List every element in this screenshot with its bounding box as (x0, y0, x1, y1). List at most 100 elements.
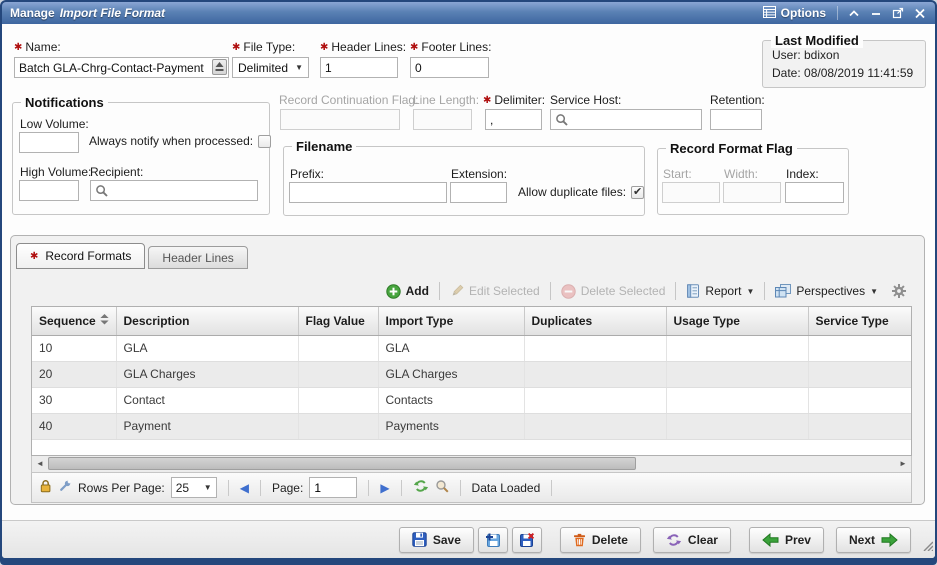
delete-selected-button[interactable]: Delete Selected (561, 284, 666, 299)
edit-selected-button[interactable]: Edit Selected (450, 284, 540, 298)
scroll-left-icon[interactable]: ◄ (33, 457, 47, 470)
add-button[interactable]: Add (386, 284, 429, 299)
save-and-close-button[interactable] (512, 527, 542, 553)
report-icon (686, 284, 700, 298)
next-page-icon[interactable]: ▶ (380, 482, 389, 494)
scroll-right-icon[interactable]: ► (896, 457, 910, 470)
horizontal-scrollbar[interactable]: ◄ ► (31, 456, 912, 473)
search-icon (555, 113, 568, 126)
options-list-icon (763, 6, 776, 21)
retention-input[interactable] (710, 109, 762, 130)
options-button[interactable]: Options (759, 5, 830, 22)
last-modified-date: Date: 08/08/2019 11:41:59 (772, 66, 913, 80)
refresh-icon[interactable] (413, 479, 429, 496)
allow-duplicates-checkbox[interactable]: ✔ (631, 186, 644, 199)
previous-page-icon[interactable]: ◀ (240, 482, 249, 494)
rows-per-page-label: Rows Per Page: (78, 481, 165, 495)
save-icon (412, 532, 427, 547)
allow-duplicates-label: Allow duplicate files: (518, 185, 626, 199)
always-notify-checkbox[interactable] (258, 135, 271, 148)
header-lines-input[interactable] (320, 57, 398, 78)
maximize-icon[interactable] (889, 5, 907, 21)
page-number-input[interactable] (309, 477, 357, 498)
delimiter-input[interactable] (485, 109, 542, 130)
high-volume-label: High Volume: (20, 165, 91, 179)
resize-handle[interactable] (921, 538, 933, 556)
service-host-field-wrap (550, 109, 702, 130)
perspectives-button[interactable]: Perspectives ▼ (775, 284, 878, 298)
close-icon[interactable] (911, 5, 929, 21)
column-header-duplicates[interactable]: Duplicates (524, 307, 666, 335)
add-icon (386, 284, 401, 299)
table-row[interactable]: 40PaymentPayments (32, 413, 911, 439)
minimize-icon[interactable] (867, 5, 885, 21)
save-add-icon (486, 533, 500, 547)
recipient-input[interactable] (90, 180, 258, 201)
dropdown-arrow-icon: ▼ (295, 63, 303, 72)
filename-fieldset: Filename Prefix: Extension: Allow duplic… (283, 146, 645, 216)
start-input (662, 182, 720, 203)
file-type-label: ✱File Type: (232, 40, 295, 54)
column-header-service-type[interactable]: Service Type (808, 307, 911, 335)
table-row[interactable]: 10GLAGLA (32, 335, 911, 361)
column-header-import-type[interactable]: Import Type (378, 307, 524, 335)
trash-icon (573, 533, 586, 547)
low-volume-input[interactable] (19, 132, 79, 153)
prefix-label: Prefix: (290, 167, 324, 181)
lock-icon[interactable] (39, 479, 52, 496)
name-label: ✱Name: (14, 40, 61, 54)
high-volume-input[interactable] (19, 180, 79, 201)
always-notify-label: Always notify when processed: (89, 134, 253, 148)
index-label: Index: (786, 167, 819, 181)
rows-per-page-select[interactable]: 25▼ (171, 477, 217, 498)
delete-button[interactable]: Delete (560, 527, 641, 553)
record-continuation-flag-input (280, 109, 400, 130)
dropdown-arrow-icon: ▼ (204, 483, 212, 492)
index-input[interactable] (785, 182, 844, 203)
last-modified-user: User: bdixon (772, 48, 839, 62)
name-expand-trigger-icon[interactable] (212, 59, 227, 75)
grid-header-row: Sequence Description Flag Value Import T… (32, 307, 911, 335)
save-and-add-button[interactable] (478, 527, 508, 553)
report-button[interactable]: Report ▼ (686, 284, 754, 298)
dropdown-arrow-icon: ▼ (746, 287, 754, 296)
grid-settings-button[interactable] (892, 284, 906, 298)
service-host-input[interactable] (550, 109, 702, 130)
extension-input[interactable] (450, 182, 507, 203)
clear-button[interactable]: Clear (653, 527, 731, 553)
title-bar: ManageImport File Format Options (2, 2, 935, 24)
prefix-input[interactable] (289, 182, 447, 203)
retention-label: Retention: (710, 93, 765, 107)
collapse-icon[interactable] (845, 5, 863, 21)
line-length-label: Line Length: (413, 93, 479, 107)
column-header-flag-value[interactable]: Flag Value (298, 307, 378, 335)
record-continuation-flag-label: Record Continuation Flag: (279, 93, 418, 107)
tab-record-formats[interactable]: ✱Record Formats (16, 243, 145, 269)
column-header-description[interactable]: Description (116, 307, 298, 335)
name-input[interactable] (14, 57, 229, 78)
next-arrow-icon (881, 533, 898, 547)
column-header-sequence[interactable]: Sequence (32, 307, 116, 335)
search-icon (95, 184, 108, 197)
next-button[interactable]: Next (836, 527, 911, 553)
always-notify-row: Always notify when processed: (89, 134, 271, 148)
allow-duplicates-row: Allow duplicate files: ✔ (518, 185, 644, 199)
scrollbar-thumb[interactable] (48, 457, 636, 470)
extension-label: Extension: (451, 167, 507, 181)
footer-lines-input[interactable] (410, 57, 489, 78)
line-length-input (413, 109, 472, 130)
wrench-icon[interactable] (58, 479, 72, 496)
pager-bar: Rows Per Page: 25▼ ◀ Page: ▶ Data Loaded (31, 473, 912, 503)
search-icon[interactable] (435, 479, 449, 496)
file-type-select[interactable]: Delimited▼ (232, 57, 309, 78)
table-row[interactable]: 20GLA ChargesGLA Charges (32, 361, 911, 387)
manage-import-file-format-window: ManageImport File Format Options ✱Name: … (0, 0, 937, 565)
sort-icon (100, 314, 109, 328)
save-button[interactable]: Save (399, 527, 474, 553)
table-row[interactable]: 30ContactContacts (32, 387, 911, 413)
column-header-usage-type[interactable]: Usage Type (666, 307, 808, 335)
pencil-icon (450, 284, 464, 298)
service-host-label: Service Host: (550, 93, 621, 107)
prev-button[interactable]: Prev (749, 527, 824, 553)
tab-header-lines[interactable]: Header Lines (148, 246, 247, 269)
